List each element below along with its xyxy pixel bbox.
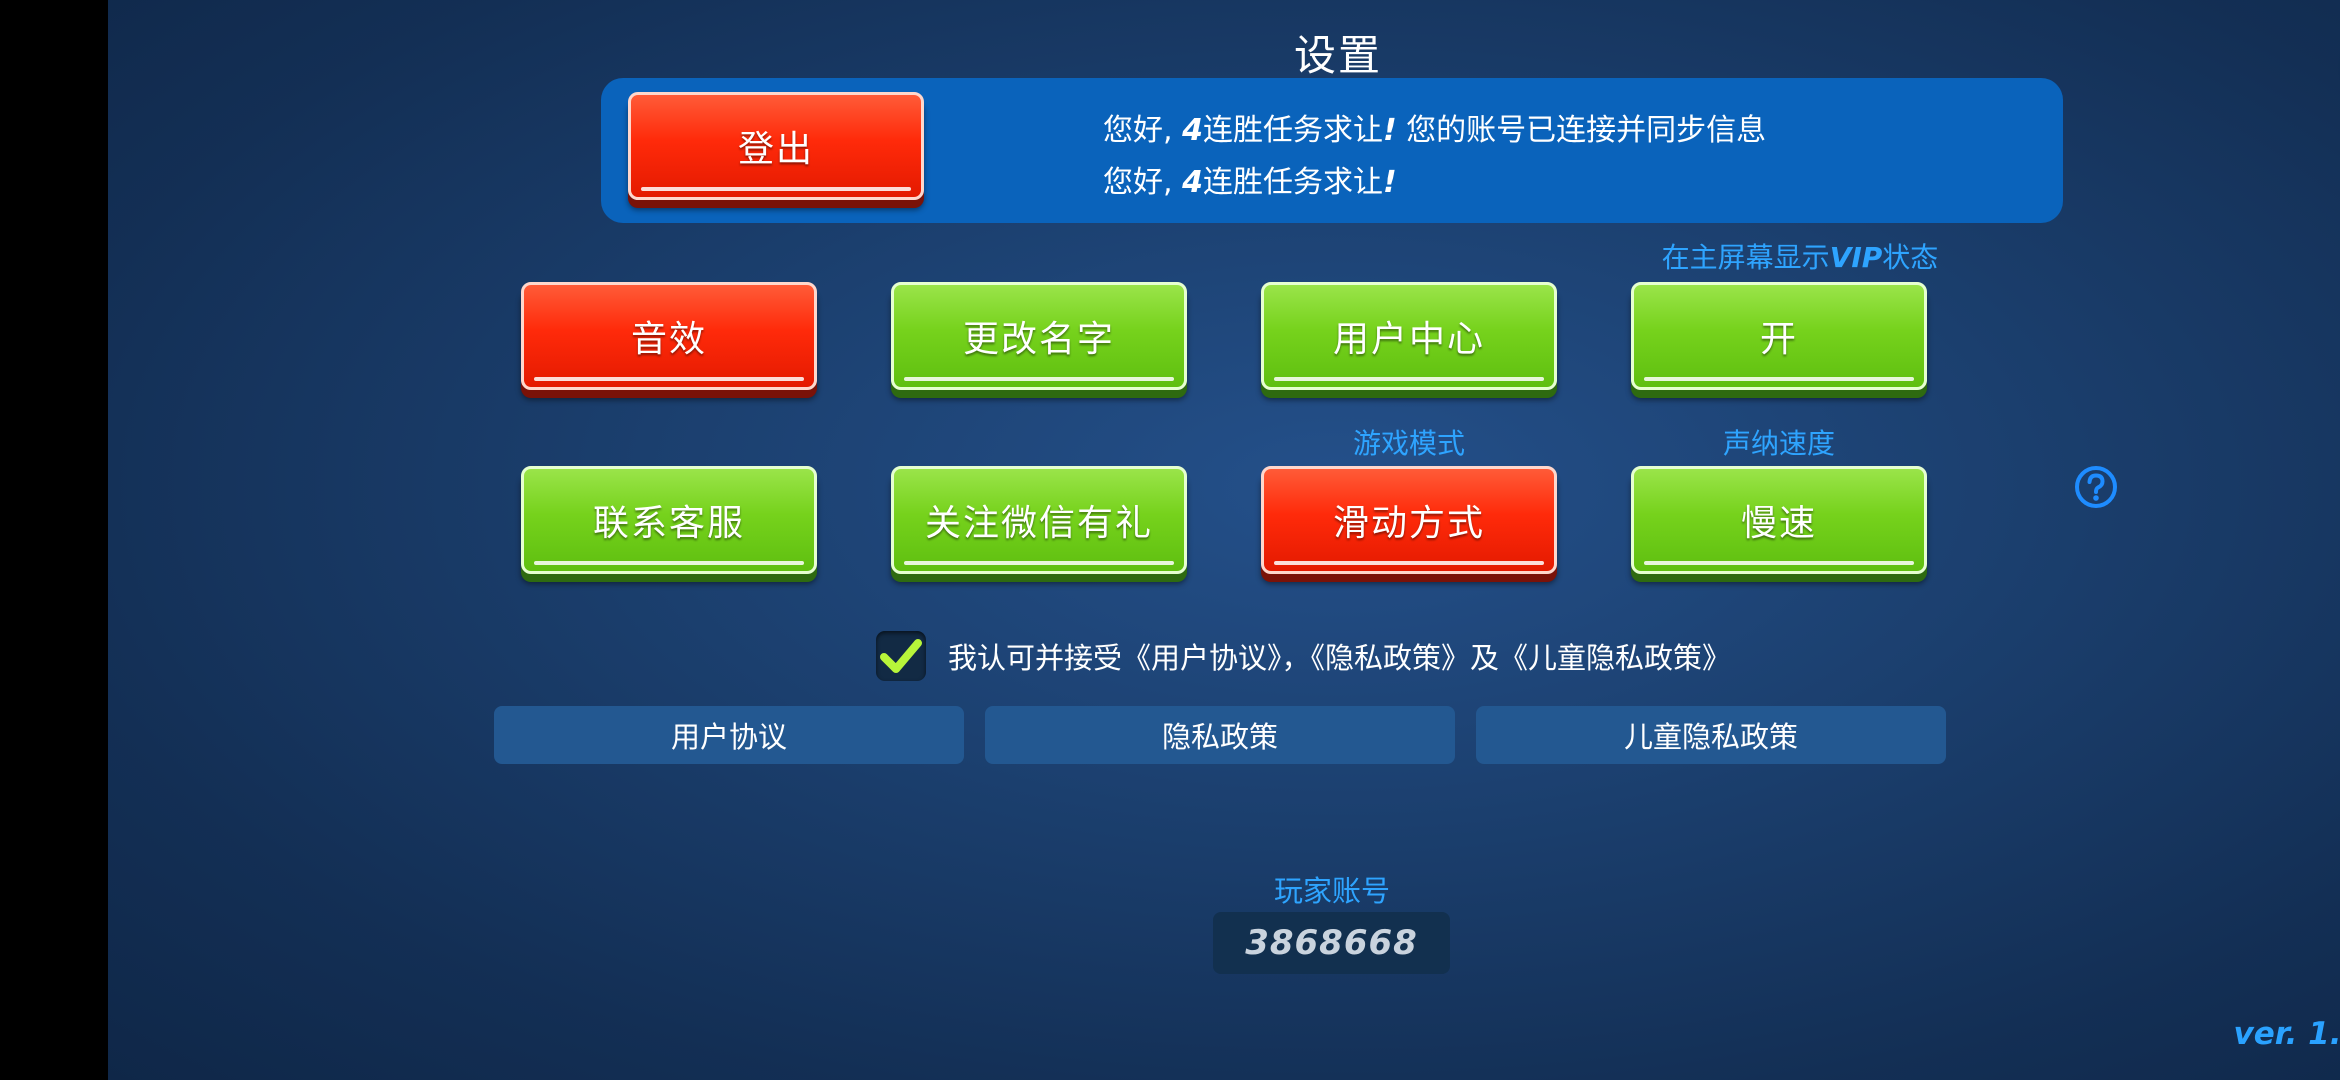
sonar-speed-caption: 声纳速度: [1722, 427, 1835, 460]
swipe-mode-button[interactable]: 滑动方式: [1261, 466, 1557, 574]
help-icon[interactable]: [2074, 465, 2118, 509]
game-mode-caption: 游戏模式: [1352, 427, 1465, 460]
sound-button[interactable]: 音效: [521, 282, 817, 390]
rename-button[interactable]: 更改名字: [891, 282, 1187, 390]
agreement-text: 我认可并接受《用户协议》，《隐私政策》及《儿童隐私政策》: [948, 641, 1732, 675]
greeting-text: 您好, 4连胜任务求让!: [1103, 165, 1397, 200]
vip-toggle-button[interactable]: 开: [1631, 282, 1927, 390]
child-privacy-policy-link[interactable]: 儿童隐私政策: [1476, 706, 1946, 764]
page-title: 设置: [1293, 31, 1382, 80]
privacy-policy-link[interactable]: 隐私政策: [985, 706, 1455, 764]
account-info-panel: 登出 您好, 4连胜任务求让! 您的账号已连接并同步信息 您好, 4连胜任务求让…: [601, 78, 2063, 223]
user-center-button[interactable]: 用户中心: [1261, 282, 1557, 390]
agreement-row: 我认可并接受《用户协议》，《隐私政策》及《儿童隐私政策》: [876, 630, 1731, 682]
checkmark-icon: [880, 639, 922, 673]
follow-wechat-button[interactable]: 关注微信有礼: [891, 466, 1187, 574]
sonar-speed-button[interactable]: 慢速: [1631, 466, 1927, 574]
user-agreement-link[interactable]: 用户协议: [494, 706, 964, 764]
account-label: 玩家账号: [1273, 874, 1390, 908]
greeting-sync-text: 您好, 4连胜任务求让! 您的账号已连接并同步信息: [1103, 113, 1767, 148]
contact-service-button[interactable]: 联系客服: [521, 466, 817, 574]
account-id: 3868668: [1213, 912, 1450, 974]
player-name: 4: [1182, 113, 1203, 148]
agreement-checkbox[interactable]: [876, 631, 926, 681]
vip-status-caption: 在主屏幕显示VIP状态: [1661, 241, 1939, 274]
version-label: ver. 1.0.86: [2233, 1016, 2340, 1052]
player-name: 4: [1182, 165, 1203, 200]
logout-button[interactable]: 登出: [628, 92, 924, 200]
settings-screen: 设置 登出 您好, 4连胜任务求让! 您的账号已连接并同步信息 您好, 4连胜任…: [108, 0, 2340, 1080]
